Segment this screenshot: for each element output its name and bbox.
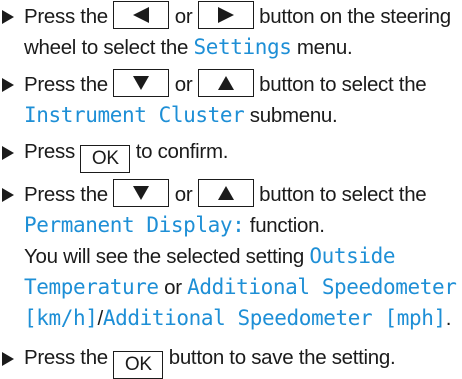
step-4: Press the or button to select the Perman…	[0, 179, 462, 334]
step-text: .	[445, 307, 452, 330]
step-text: menu.	[296, 36, 353, 59]
or-text: or	[164, 276, 182, 299]
step-5: Press the OK button to save the setting.	[0, 343, 462, 379]
ok-key: OK	[113, 351, 164, 379]
right-arrow-key-icon	[197, 1, 254, 29]
step-text: function.	[249, 214, 325, 237]
bullet-arrow-icon	[2, 188, 14, 202]
submenu-name: Instrument Cluster	[24, 103, 245, 127]
step-2: Press the or button to select the Instru…	[0, 69, 462, 131]
or-text: or	[174, 5, 193, 28]
bullet-arrow-icon	[2, 78, 14, 92]
menu-name: Settings	[193, 35, 292, 59]
instruction-list: Press the or button on the steering whee…	[0, 0, 462, 379]
function-name: Permanent Display:	[24, 213, 245, 237]
down-arrow-key-icon	[113, 69, 170, 97]
bullet-arrow-icon	[2, 10, 14, 24]
step-text: submenu.	[249, 104, 338, 127]
or-text: or	[174, 73, 193, 96]
up-arrow-key-icon	[197, 179, 254, 207]
option-speedometer-mph: Additional Speedometer [mph]	[102, 306, 446, 330]
or-text: or	[174, 183, 193, 206]
down-arrow-key-icon	[113, 179, 170, 207]
bullet-arrow-icon	[2, 352, 14, 366]
step-text: Press the	[24, 346, 108, 369]
step-1: Press the or button on the steering whee…	[0, 1, 462, 63]
step-text: Press	[24, 140, 75, 163]
step-text: button to select the	[259, 183, 427, 206]
step-text: to confirm.	[135, 140, 229, 163]
bullet-arrow-icon	[2, 146, 14, 160]
step-text: button to select the	[259, 73, 427, 96]
up-arrow-key-icon	[197, 69, 254, 97]
left-arrow-key-icon	[113, 1, 170, 29]
result-text: You will see the selected setting	[24, 245, 304, 268]
step-text: button to save the setting.	[168, 346, 396, 369]
step-3: Press OK to confirm.	[0, 137, 462, 173]
step-text: Press the	[24, 5, 108, 28]
step-text: Press the	[24, 73, 108, 96]
ok-key: OK	[80, 145, 131, 173]
step-text: Press the	[24, 183, 108, 206]
